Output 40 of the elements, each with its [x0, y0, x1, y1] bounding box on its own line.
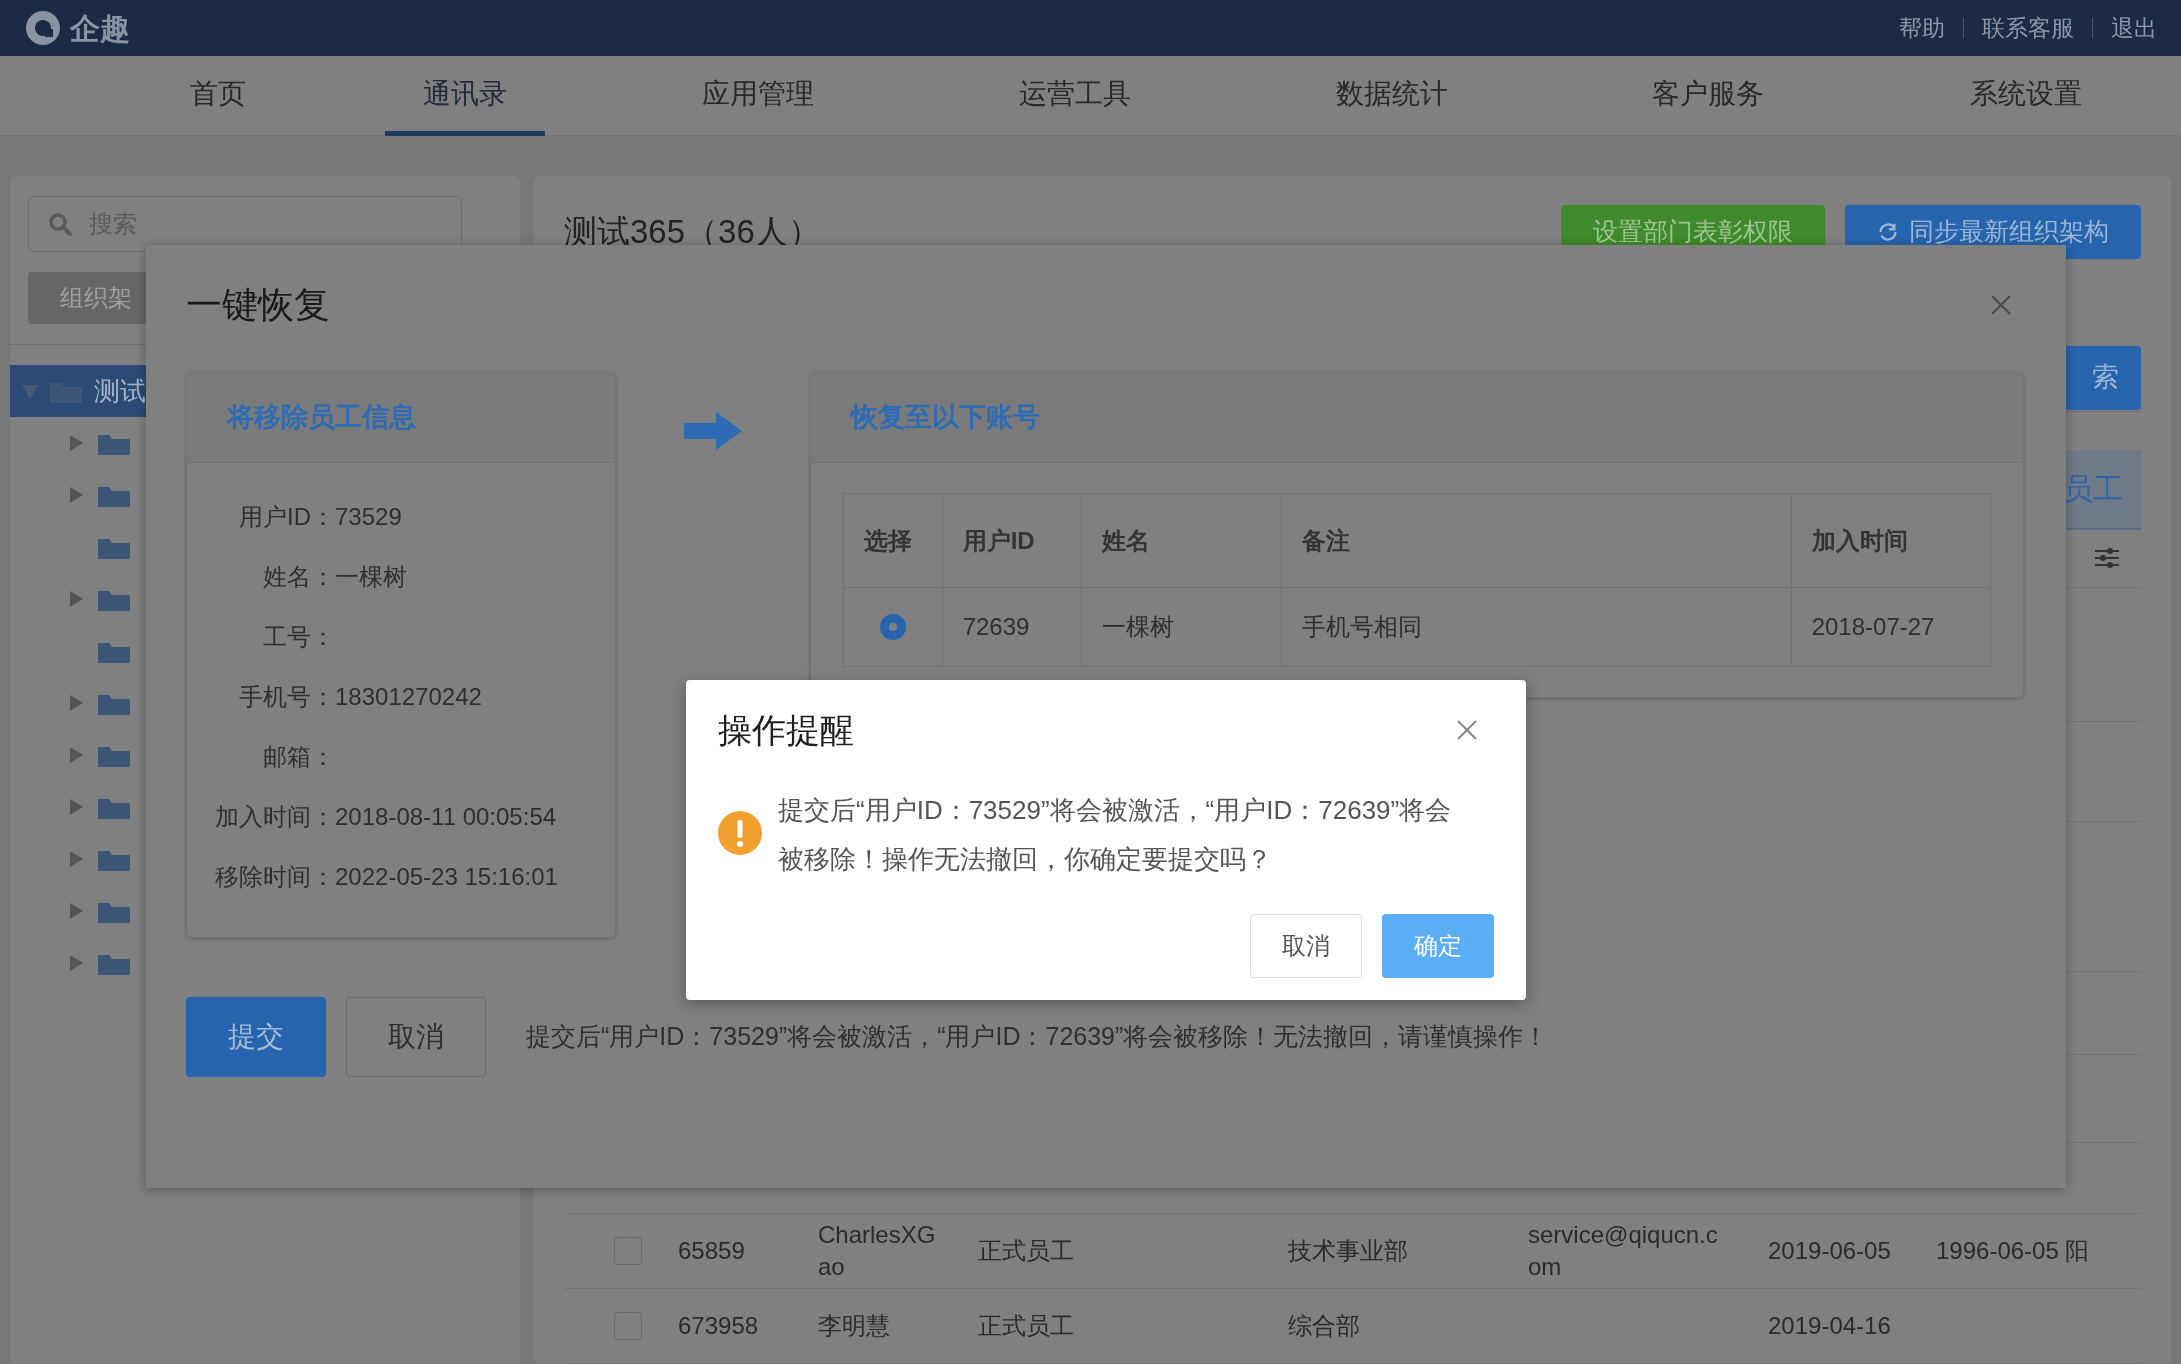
field-label: 手机号：: [238, 682, 335, 712]
table-cell: service@qiqucn.com: [1528, 1220, 1718, 1280]
column-header: 姓名: [1102, 525, 1151, 556]
dialog-title: 操作提醒: [718, 709, 854, 751]
field-label: 邮箱：: [262, 742, 335, 772]
table-cell: 李明慧: [818, 1311, 890, 1339]
card-title: 将移除员工信息: [227, 401, 416, 435]
table-cell: 1996-06-05 阳: [1936, 1236, 2090, 1264]
field-value: 18301270242: [335, 682, 482, 712]
table-cell: 2019-04-16: [1768, 1311, 1891, 1339]
field-value: 2022-05-23 15:16:01: [335, 862, 558, 892]
table-cell: 正式员工: [978, 1311, 1074, 1339]
field-label: 工号：: [262, 622, 335, 652]
column-header: 用户ID: [962, 525, 1035, 556]
column-header: 加入时间: [1811, 525, 1908, 556]
field-value: 一棵树: [335, 562, 407, 592]
column-header: 备注: [1301, 525, 1350, 556]
column-header: 选择: [864, 525, 912, 556]
table-cell: 正式员工: [978, 1236, 1074, 1264]
confirm-message: 提交后“用户ID：73529”将会被激活，“用户ID：72639”将会被移除！操作无法撤回，你确定要提交吗？: [778, 794, 1453, 876]
field-value: 2018-08-11 00:05:54: [335, 802, 557, 832]
table-cell-text: 2018-07-27: [1811, 612, 1935, 642]
field-value: 73529: [335, 502, 402, 532]
dialog-title: 一键恢复: [186, 283, 330, 327]
warning-note: 提交后“用户ID：73529”将会被激活，“用户ID：72639”将会被移除！无法撤回，请谨慎操作！: [526, 1021, 1549, 1053]
table-cell: CharlesXGao: [818, 1220, 936, 1280]
table-cell: 673958: [678, 1311, 759, 1339]
table-cell: 技术事业部: [1288, 1236, 1408, 1264]
table-cell: 综合部: [1288, 1311, 1360, 1339]
logo-text: 企趣: [70, 10, 130, 47]
card-title: 恢复至以下账号: [851, 401, 1040, 435]
table-cell: 2019-06-05: [1768, 1236, 1891, 1264]
field-label: 姓名：: [262, 562, 335, 592]
field-label: 用户ID：: [238, 502, 335, 532]
field-label: 移除时间：: [214, 862, 335, 892]
field-label: 加入时间：: [214, 802, 335, 832]
table-cell-text: 手机号相同: [1301, 612, 1422, 642]
table-cell: 65859: [678, 1236, 745, 1264]
table-cell-text: 一棵树: [1102, 612, 1175, 642]
table-cell-text: 72639: [962, 612, 1030, 642]
